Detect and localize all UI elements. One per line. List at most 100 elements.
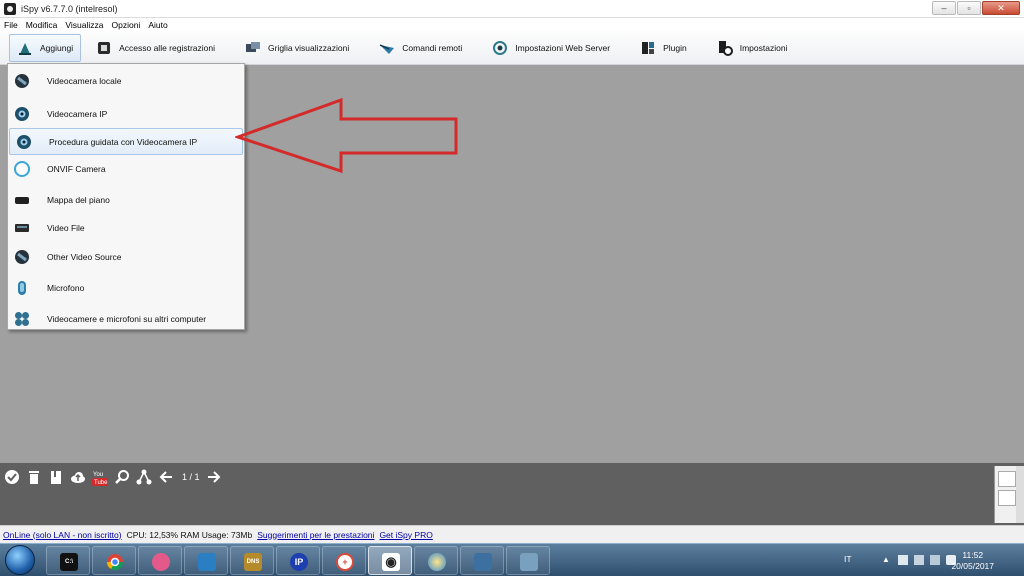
get-pro-link[interactable]: Get iSpy PRO <box>379 530 432 540</box>
menu-item-floor-plan[interactable]: Mappa del piano <box>8 185 244 214</box>
svg-text:You: You <box>93 472 103 478</box>
start-button[interactable] <box>5 545 35 575</box>
menu-item-label: Mappa del piano <box>47 194 110 205</box>
youtube-icon[interactable]: You Tube <box>92 469 108 486</box>
network-icon: + <box>336 553 354 571</box>
menu-item-microphone[interactable]: Microfono <box>8 271 244 305</box>
menu-item-label: Video File <box>47 223 85 233</box>
taskbar-app-chrome[interactable] <box>92 546 136 575</box>
ispy-app-icon <box>4 2 16 15</box>
maximize-button[interactable]: ▫ <box>957 1 981 15</box>
local-camera-icon <box>14 73 30 89</box>
resource-usage: CPU: 12,53% RAM Usage: 73Mb <box>126 529 253 540</box>
onvif-camera-icon <box>14 161 30 177</box>
taskbar-app-paint[interactable] <box>138 546 182 575</box>
menu-item-ip-camera-wizard[interactable]: Procedura guidata con Videocamera IP <box>9 128 243 155</box>
web-server-settings-button[interactable]: Impostazioni Web Server <box>485 34 617 62</box>
plugin-button-label: Plugin <box>663 42 687 53</box>
share-icon[interactable] <box>136 469 152 485</box>
taskbar-app-paint-brush[interactable] <box>506 546 550 575</box>
menu-modifica[interactable]: Modifica <box>26 20 58 30</box>
menu-bar: File Modifica Visualizza Opzioni Aiuto <box>0 18 1024 31</box>
scroll-up-button[interactable] <box>998 471 1016 487</box>
taskbar-app-ip[interactable]: IP <box>276 546 320 575</box>
page-indicator: 1 / 1 <box>182 472 200 482</box>
taskbar-app-ispy[interactable]: ◉ <box>368 546 412 575</box>
windows-taskbar: C:\ DNS IP + ◉ IT ▲ 11:52 20/05/2017 <box>0 543 1024 576</box>
add-camera-icon <box>17 40 33 56</box>
menu-item-label: ONVIF Camera <box>47 164 106 174</box>
performance-tips-link[interactable]: Suggerimenti per le prestazioni <box>257 530 374 540</box>
menu-item-other-video-source[interactable]: Other Video Source <box>8 242 244 271</box>
online-status-link[interactable]: OnLine (solo LAN - non iscritto) <box>3 530 122 540</box>
dns-icon: DNS <box>244 553 262 571</box>
plugin-button[interactable]: Plugin <box>633 34 694 62</box>
menu-item-local-camera[interactable]: Videocamera locale <box>8 67 244 95</box>
taskbar-app-touch[interactable] <box>460 546 504 575</box>
chrome-icon <box>106 553 124 571</box>
book-icon[interactable] <box>48 469 64 485</box>
ip-icon: IP <box>290 553 308 571</box>
taskbar-app-dns[interactable]: DNS <box>230 546 274 575</box>
taskbar-app-network[interactable]: + <box>322 546 366 575</box>
paint-brush-icon <box>520 553 538 571</box>
annotation-arrow <box>235 97 458 174</box>
menu-item-label: Microfono <box>47 283 85 293</box>
menu-aiuto[interactable]: Aiuto <box>148 20 167 30</box>
remote-commands-button[interactable]: Comandi remoti <box>372 34 469 62</box>
scroll-down-button[interactable] <box>998 490 1016 506</box>
remote-commands-button-label: Comandi remoti <box>402 42 463 53</box>
menu-item-label: Videocamera IP <box>47 108 108 119</box>
svg-text:Tube: Tube <box>94 480 108 486</box>
recordings-button[interactable]: Accesso alle registrazioni <box>89 34 222 62</box>
scrollbar[interactable] <box>1016 466 1024 523</box>
recordings-button-label: Accesso alle registrazioni <box>119 42 215 53</box>
remote-desktop-icon <box>198 553 216 571</box>
remote-devices-icon <box>14 311 30 327</box>
minimize-button[interactable]: – <box>932 1 956 15</box>
settings-button[interactable]: Impostazioni <box>710 34 795 62</box>
add-button-label: Aggiungi <box>40 42 74 53</box>
menu-item-video-file[interactable]: Video File <box>8 214 244 242</box>
arrow-left-icon[interactable] <box>158 469 174 485</box>
menu-item-ip-camera[interactable]: Videocamera IP <box>8 99 244 128</box>
menu-file[interactable]: File <box>4 20 18 30</box>
taskbar-app-cmd[interactable]: C:\ <box>46 546 90 575</box>
check-icon[interactable] <box>4 469 20 485</box>
cloud-upload-icon[interactable] <box>70 469 86 485</box>
microphone-icon <box>14 280 30 296</box>
system-tray: IT ▲ 11:52 20/05/2017 <box>834 544 1024 576</box>
taskbar-app-globe[interactable] <box>414 546 458 575</box>
menu-item-label: Other Video Source <box>47 251 122 262</box>
clock-date: 20/05/2017 <box>951 561 994 571</box>
device-icon[interactable] <box>914 555 924 565</box>
settings-button-label: Impostazioni <box>739 42 788 53</box>
search-icon[interactable] <box>114 469 130 485</box>
taskbar-app-remote-desktop[interactable] <box>184 546 228 575</box>
menu-item-remote-devices[interactable]: Videocamere e microfoni su altri compute… <box>8 305 244 333</box>
arrow-right-icon[interactable] <box>206 469 222 485</box>
menu-item-label: Videocamere e microfoni su altri compute… <box>47 314 207 324</box>
window-title: iSpy v6.7.7.0 (intelresol) <box>21 3 118 14</box>
add-button[interactable]: Aggiungi <box>9 33 82 62</box>
main-toolbar: Aggiungi Accesso alle registrazioni Grig… <box>0 31 1024 65</box>
menu-opzioni[interactable]: Opzioni <box>111 20 140 30</box>
add-dropdown-menu: Videocamera locale Videocamera IP Proced… <box>7 63 245 330</box>
grid-view-button[interactable]: Griglia visualizzazioni <box>238 34 356 62</box>
menu-visualizza[interactable]: Visualizza <box>65 20 103 30</box>
zoom-scroll-control[interactable] <box>994 466 1024 523</box>
touch-app-icon <box>474 553 492 571</box>
paint-icon <box>152 553 170 571</box>
system-clock[interactable]: 11:52 20/05/2017 <box>951 550 994 572</box>
plugin-icon <box>640 40 656 56</box>
language-indicator[interactable]: IT <box>844 554 852 564</box>
trash-icon[interactable] <box>26 469 42 485</box>
show-hidden-icons-icon[interactable]: ▲ <box>882 555 892 565</box>
close-button[interactable]: ✕ <box>982 1 1020 15</box>
title-bar: iSpy v6.7.7.0 (intelresol) – ▫ ✕ <box>0 0 1024 18</box>
menu-item-onvif-camera[interactable]: ONVIF Camera <box>8 155 244 183</box>
recordings-icon <box>96 40 112 56</box>
grid-view-icon <box>245 40 261 56</box>
network-tray-icon[interactable] <box>930 555 940 565</box>
flag-icon[interactable] <box>898 555 908 565</box>
